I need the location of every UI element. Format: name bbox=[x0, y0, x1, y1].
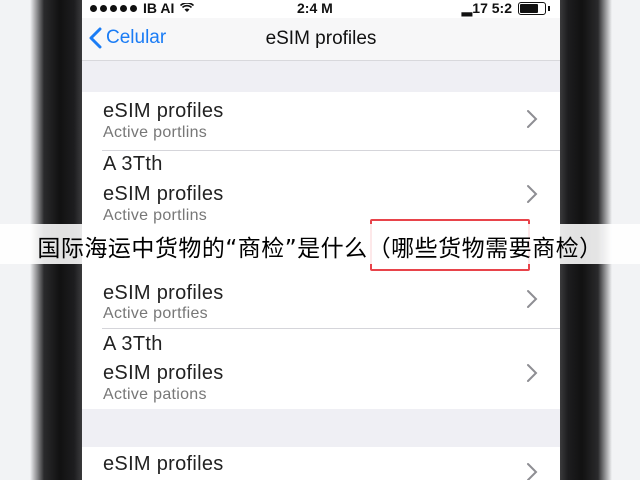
list-item[interactable]: eSIM profiles Active pations bbox=[82, 357, 560, 409]
item-subtitle: Active portlins bbox=[103, 124, 208, 141]
battery-icon bbox=[518, 2, 546, 15]
chevron-right-icon bbox=[527, 463, 538, 480]
signal-dots-icon bbox=[90, 4, 137, 12]
chevron-right-icon bbox=[527, 364, 538, 382]
status-bar: IB AI 2:4 M ▂17 5:2 bbox=[82, 0, 560, 18]
header-title: A 3Tth bbox=[103, 333, 163, 355]
item-title: eSIM profiles bbox=[103, 362, 224, 384]
navigation-bar: Celular eSIM profiles bbox=[82, 18, 560, 61]
battery-tip bbox=[548, 6, 550, 11]
item-subtitle: Active pations bbox=[103, 386, 207, 403]
list-item[interactable]: eSIM profiles Active portfies bbox=[82, 272, 560, 328]
status-right: ▂17 5:2 bbox=[462, 0, 550, 17]
item-title: eSIM profiles bbox=[103, 453, 224, 475]
item-subtitle: Active portfies bbox=[103, 305, 208, 322]
list-header: A 3Tth bbox=[82, 329, 560, 357]
item-title: eSIM profiles bbox=[103, 183, 224, 205]
status-left: IB AI bbox=[90, 0, 195, 16]
carrier-label: IB AI bbox=[143, 0, 175, 16]
header-title: A 3Tth bbox=[103, 153, 163, 175]
page-title: eSIM profiles bbox=[265, 28, 377, 49]
list-header: A 3Tth bbox=[82, 151, 560, 179]
item-subtitle: Active portlins bbox=[103, 207, 208, 224]
chevron-right-icon bbox=[527, 290, 538, 308]
item-title: eSIM profiles bbox=[103, 100, 224, 122]
chevron-right-icon bbox=[527, 185, 538, 203]
list-item[interactable]: eSIM profiles Active portlins bbox=[82, 92, 560, 150]
item-title: eSIM profiles bbox=[103, 282, 224, 304]
list-item[interactable]: eSIM profiles bbox=[82, 447, 560, 480]
wifi-icon bbox=[180, 3, 195, 12]
section-spacer bbox=[82, 409, 560, 447]
chevron-right-icon bbox=[527, 110, 538, 128]
battery-label: ▂17 5:2 bbox=[461, 0, 512, 16]
caption-text: 国际海运中货物的“商检”是什么（哪些货物需要商检） bbox=[37, 236, 603, 262]
status-time: 2:4 M bbox=[297, 0, 333, 16]
section-spacer bbox=[82, 61, 560, 92]
